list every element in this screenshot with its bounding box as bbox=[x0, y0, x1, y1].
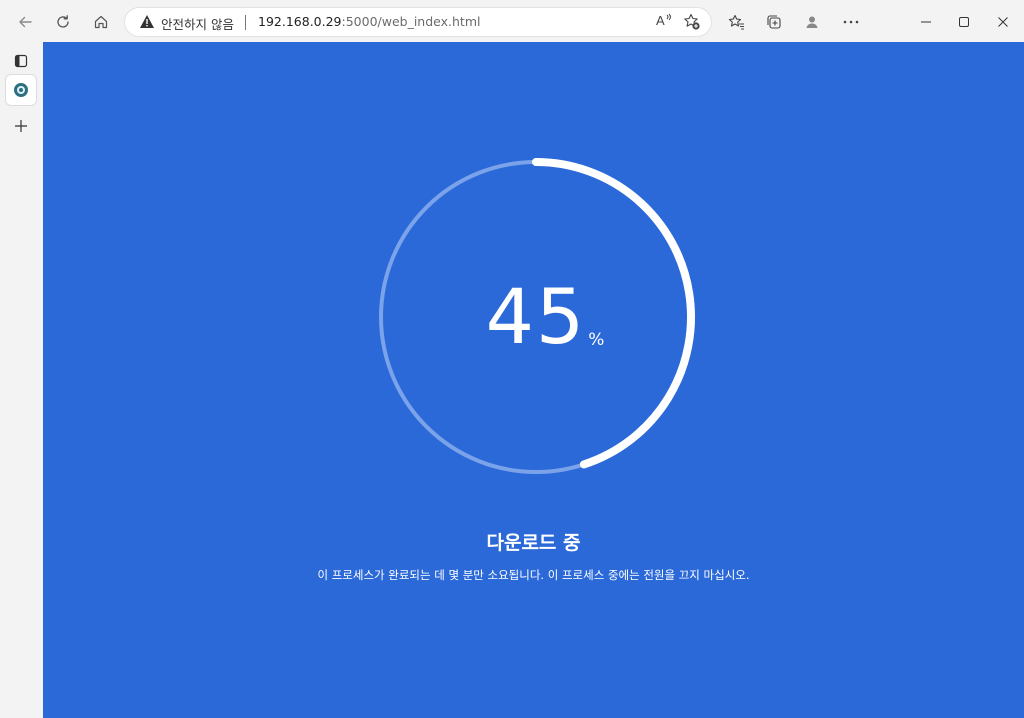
status-title: 다운로드 중 bbox=[486, 532, 581, 554]
favorites-button[interactable] bbox=[720, 6, 752, 38]
browser-window: 안전하지 않음 192.168.0.29:5000/web_index.html… bbox=[0, 0, 1024, 718]
site-favicon-icon bbox=[14, 83, 28, 97]
url-text[interactable]: 192.168.0.29:5000/web_index.html bbox=[258, 14, 480, 29]
profile-icon bbox=[806, 16, 818, 28]
url-path: :5000/web_index.html bbox=[341, 14, 481, 29]
tab-web-index[interactable] bbox=[6, 75, 36, 105]
collections-icon bbox=[767, 15, 781, 29]
refresh-button[interactable] bbox=[47, 6, 79, 38]
home-icon bbox=[94, 15, 108, 29]
browser-toolbar: 안전하지 않음 192.168.0.29:5000/web_index.html… bbox=[0, 0, 1024, 42]
vertical-tab-strip bbox=[0, 42, 42, 718]
refresh-icon bbox=[57, 15, 69, 28]
star-add-icon bbox=[684, 13, 700, 30]
minimize-icon bbox=[921, 21, 931, 23]
address-separator bbox=[245, 15, 246, 30]
progress-readout: 45 % bbox=[376, 157, 696, 477]
warning-icon bbox=[140, 15, 154, 28]
favorites-icon bbox=[728, 14, 744, 30]
profile-button[interactable] bbox=[796, 6, 828, 38]
home-button[interactable] bbox=[85, 6, 117, 38]
add-favorite-button[interactable] bbox=[683, 13, 701, 35]
tab-actions-button[interactable] bbox=[6, 46, 36, 76]
settings-more-button[interactable] bbox=[835, 6, 867, 38]
read-aloud-icon: A bbox=[656, 13, 671, 28]
tab-actions-icon bbox=[14, 54, 28, 68]
status-description: 이 프로세스가 완료되는 데 몇 분만 소요됩니다. 이 프로세스 중에는 전원… bbox=[317, 568, 750, 582]
progress-value: 45 bbox=[485, 272, 587, 361]
back-button[interactable] bbox=[9, 6, 41, 38]
address-bar[interactable]: 안전하지 않음 192.168.0.29:5000/web_index.html… bbox=[125, 8, 711, 36]
page-content: 45 % 다운로드 중 이 프로세스가 완료되는 데 몇 분만 소요됩니다. 이… bbox=[43, 42, 1024, 718]
plus-icon bbox=[15, 120, 27, 132]
close-button[interactable] bbox=[987, 6, 1019, 38]
read-aloud-button[interactable]: A bbox=[655, 12, 673, 32]
security-label[interactable]: 안전하지 않음 bbox=[161, 14, 234, 33]
svg-text:A: A bbox=[656, 13, 665, 28]
more-dots-icon bbox=[843, 20, 859, 24]
progress-unit: % bbox=[588, 329, 605, 350]
new-tab-button[interactable] bbox=[6, 111, 36, 141]
maximize-button[interactable] bbox=[948, 6, 980, 38]
collections-button[interactable] bbox=[758, 6, 790, 38]
minimize-button[interactable] bbox=[910, 6, 942, 38]
url-host: 192.168.0.29 bbox=[258, 14, 342, 29]
back-arrow-icon bbox=[19, 16, 32, 28]
maximize-icon bbox=[959, 17, 969, 27]
close-icon bbox=[998, 17, 1008, 27]
progress-text-wrap: 45 % bbox=[376, 157, 696, 477]
